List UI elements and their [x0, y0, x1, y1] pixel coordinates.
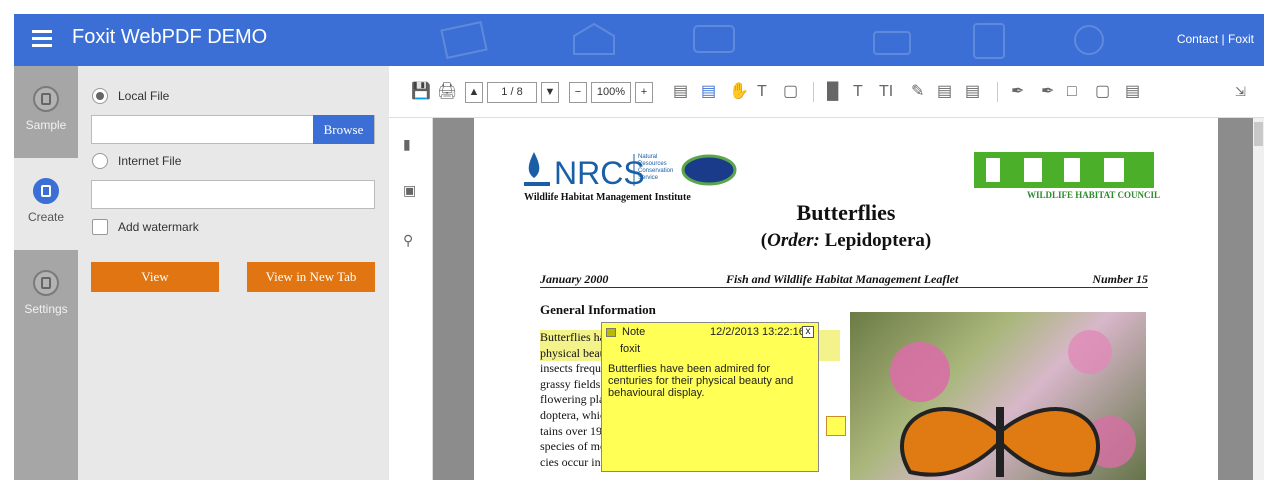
nav-item-label: Sample — [25, 118, 67, 132]
viewer-toolbar: 💾 🖨 ▲ 1 / 8 ▼ − 100% + ▤ ▤ ✋ T ▢ █ T TI … — [389, 66, 1264, 118]
nav-item-label: Settings — [24, 302, 68, 316]
app-header: Foxit WebPDF DEMO Contact | Foxit — [14, 14, 1264, 66]
snapshot-icon[interactable]: ▢ — [783, 83, 798, 101]
svg-text:NRCS: NRCS — [554, 155, 645, 191]
browse-button[interactable]: Browse — [313, 115, 374, 144]
whc-name: WILDLIFE HABITAT COUNCIL — [1026, 190, 1160, 200]
watermark-checkbox[interactable] — [92, 219, 108, 235]
internet-file-radio[interactable] — [92, 153, 108, 169]
nav-item-sample[interactable]: Sample — [14, 66, 78, 158]
hamburger-menu-icon[interactable] — [32, 30, 52, 48]
note-icon — [606, 328, 616, 337]
highlight-icon[interactable]: █ — [827, 83, 838, 101]
note-popup[interactable]: Note 12/2/2013 13:22:16 x foxit Butterfl… — [601, 322, 819, 472]
internet-file-input[interactable] — [91, 180, 375, 209]
nrcs-subtitle: Natural Resources Conservation Service — [638, 154, 674, 181]
pencil-icon[interactable]: ✎ — [911, 83, 924, 101]
pdf-export-icon[interactable]: ▤ — [965, 83, 980, 101]
select-text-icon[interactable]: T — [757, 83, 767, 101]
single-page-icon[interactable]: ▤ — [673, 83, 688, 101]
nav-item-label: Create — [27, 210, 65, 224]
underline-icon[interactable]: T — [853, 83, 863, 101]
pages-icon[interactable]: ▣ — [403, 182, 416, 199]
document-order: (Order: Lepidoptera) — [760, 230, 932, 251]
leaflet-info-line: January 2000 Fish and Wildlife Habitat M… — [540, 272, 1148, 288]
fullscreen-icon[interactable]: ⇲ — [1235, 83, 1246, 101]
note-header: Note 12/2/2013 13:22:16 x — [606, 326, 814, 340]
blank-page-icon[interactable]: □ — [1067, 83, 1077, 101]
note-annotation-icon[interactable] — [826, 416, 846, 436]
zoom-out-icon[interactable]: − — [569, 82, 587, 103]
stamp-icon[interactable]: ✒ — [1041, 83, 1054, 101]
app-window: Foxit WebPDF DEMO Contact | Foxit Sample… — [0, 0, 1278, 480]
leaflet-number: Number 15 — [1092, 272, 1148, 286]
nav-item-create[interactable]: Create — [14, 158, 78, 250]
local-file-option[interactable]: Local File — [92, 88, 169, 104]
leaflet-series: Fish and Wildlife Habitat Management Lea… — [726, 272, 959, 286]
viewer-sidebar: ▮ ▣ ⚲ — [389, 118, 433, 480]
hand-tool-icon[interactable]: ✋ — [729, 83, 749, 101]
whc-logo — [974, 148, 1154, 193]
order-prefix: Order: — [767, 230, 820, 251]
local-file-input[interactable]: Browse — [91, 115, 375, 144]
note-date: 12/2/2013 13:22:16 — [710, 326, 805, 338]
pdf-page: NRCS Natural Resources Conservation Serv… — [474, 118, 1218, 480]
internet-file-label: Internet File — [118, 154, 182, 168]
view-button[interactable]: View — [91, 262, 219, 292]
document-icon — [33, 178, 59, 204]
left-nav: Sample Create Settings — [14, 66, 78, 480]
vertical-scrollbar[interactable] — [1253, 118, 1264, 480]
close-icon[interactable]: x — [802, 326, 814, 338]
section-heading: General Information — [540, 302, 656, 317]
prev-page-button[interactable]: ▲ — [465, 82, 483, 103]
scrollbar-thumb[interactable] — [1254, 122, 1263, 146]
leaflet-date: January 2000 — [540, 272, 609, 286]
rotate-page-icon[interactable]: ▢ — [1095, 83, 1110, 101]
bookmark-icon[interactable]: ▮ — [403, 136, 411, 153]
typewriter-icon[interactable]: TI — [879, 83, 893, 101]
search-icon[interactable]: ⚲ — [403, 232, 413, 249]
document-icon — [33, 86, 59, 112]
zoom-in-icon[interactable]: + — [635, 82, 653, 103]
zoom-level[interactable]: 100% — [591, 82, 631, 103]
local-file-radio[interactable] — [92, 88, 108, 104]
document-title: Butterflies — [796, 200, 896, 225]
butterfly-photo — [850, 312, 1146, 480]
comment-icon[interactable]: ▤ — [937, 83, 952, 101]
header-decoration-icon — [440, 20, 1104, 60]
note-label: Note — [622, 326, 646, 338]
contact-link[interactable]: Contact | Foxit — [1177, 32, 1254, 46]
watermark-option[interactable]: Add watermark — [92, 219, 199, 235]
pdf-download-icon[interactable]: ▤ — [1125, 83, 1140, 101]
sign-icon[interactable]: ✒ — [1011, 83, 1024, 101]
local-file-label: Local File — [118, 89, 170, 103]
order-name: Lepidoptera — [819, 230, 925, 251]
view-new-tab-button[interactable]: View in New Tab — [247, 262, 375, 292]
next-page-button[interactable]: ▼ — [541, 82, 559, 103]
nav-item-settings[interactable]: Settings — [14, 250, 78, 342]
internet-file-option[interactable]: Internet File — [92, 153, 181, 169]
note-author: foxit — [620, 343, 641, 355]
app-title: Foxit WebPDF DEMO — [72, 26, 268, 48]
save-icon[interactable]: 💾 — [411, 83, 431, 101]
continuous-page-icon[interactable]: ▤ — [701, 83, 716, 101]
document-icon — [33, 270, 59, 296]
watermark-label: Add watermark — [118, 220, 199, 234]
page-indicator[interactable]: 1 / 8 — [487, 82, 537, 103]
note-text[interactable]: Butterflies have been admired for centur… — [608, 363, 808, 399]
file-panel: Local File Browse Internet File Add wate… — [78, 66, 389, 480]
print-icon[interactable]: 🖨 — [437, 83, 457, 101]
